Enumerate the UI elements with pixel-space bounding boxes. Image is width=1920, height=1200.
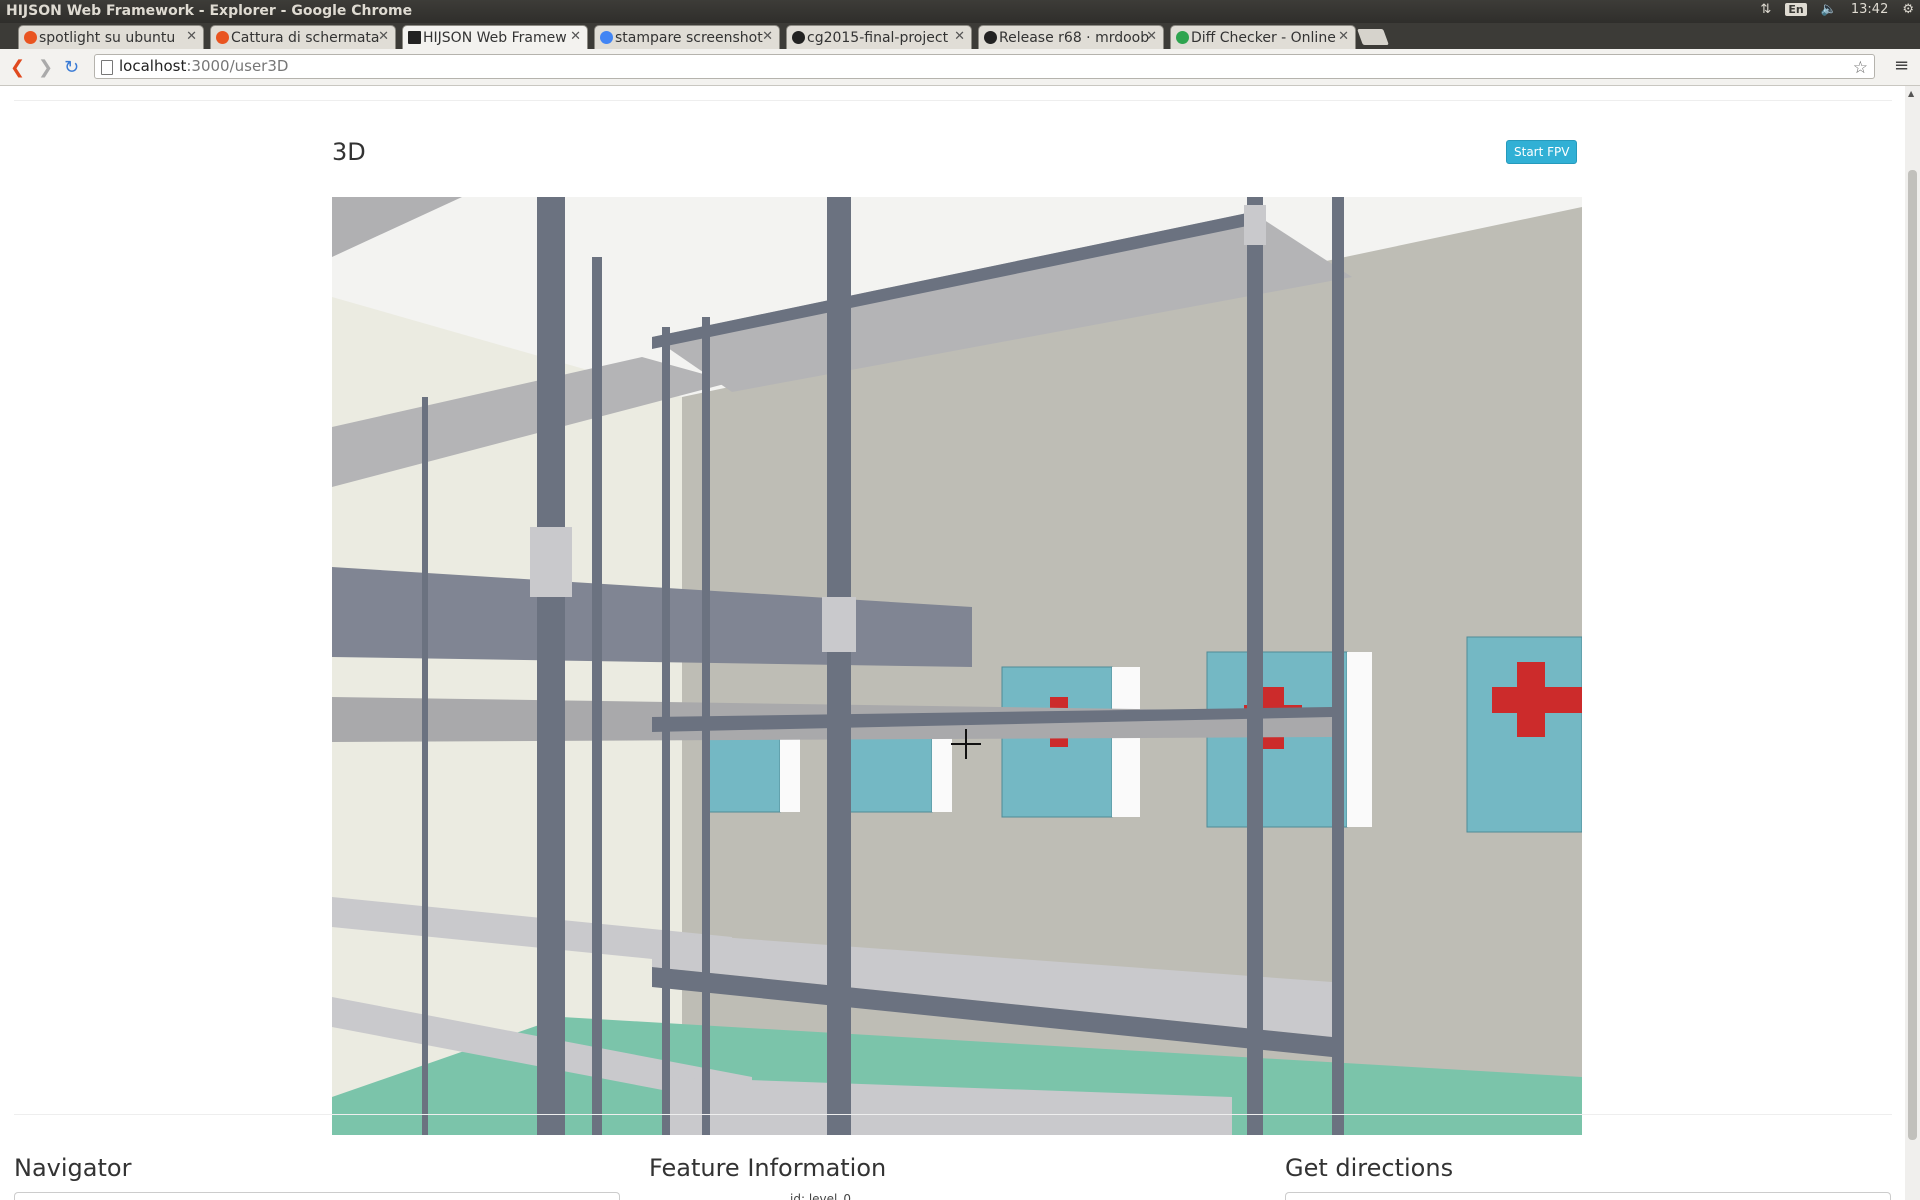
divider [14, 100, 1892, 101]
tab-stampare[interactable]: stampare screenshot ✕ [594, 25, 780, 49]
github-favicon-icon [792, 31, 805, 44]
tab-spotlight[interactable]: spotlight su ubuntu ✕ [18, 25, 204, 49]
tab-cg2015[interactable]: cg2015-final-project ✕ [786, 25, 972, 49]
cursor-crosshair-icon [951, 729, 981, 759]
reload-icon[interactable]: ↻ [64, 57, 79, 78]
tab-cattura[interactable]: Cattura di schermata ✕ [210, 25, 396, 49]
close-tab-icon[interactable]: ✕ [954, 29, 965, 44]
clock[interactable]: 13:42 [1851, 2, 1888, 17]
settings-gear-icon[interactable]: ⚙ [1902, 2, 1914, 17]
tab-diffchecker[interactable]: Diff Checker - Online ✕ [1170, 25, 1356, 49]
diffchecker-favicon-icon [1176, 31, 1189, 44]
google-favicon-icon [600, 31, 613, 44]
3d-scene [332, 197, 1582, 1135]
tab-label: stampare screenshot [615, 29, 763, 46]
tab-label: Diff Checker - Online [1191, 29, 1336, 46]
chrome-menu-icon[interactable]: ≡ [1894, 55, 1909, 76]
keyboard-layout-indicator[interactable]: En [1785, 3, 1807, 16]
feature-key: id: [790, 1192, 805, 1200]
navigator-heading: Navigator [14, 1154, 132, 1182]
tab-label: Release r68 · mrdoob [999, 29, 1149, 46]
feature-info-row: id: level_0 [790, 1192, 851, 1200]
tab-strip: spotlight su ubuntu ✕ Cattura di scherma… [0, 23, 1920, 49]
navigator-panel[interactable] [14, 1192, 620, 1200]
tab-label: cg2015-final-project [807, 29, 949, 46]
bookmark-star-icon[interactable]: ☆ [1853, 57, 1868, 80]
tab-label: HIJSON Web Framew [423, 29, 567, 46]
window-titlebar: HIJSON Web Framework - Explorer - Google… [0, 0, 1920, 23]
back-arrow-icon[interactable]: ❮ [10, 57, 25, 78]
close-tab-icon[interactable]: ✕ [570, 29, 581, 44]
url-path: :3000/user3D [186, 57, 289, 75]
tab-hijson[interactable]: HIJSON Web Framew ✕ [402, 25, 588, 49]
tab-label: Cattura di schermata [231, 29, 380, 46]
url-host: localhost [119, 57, 187, 75]
close-tab-icon[interactable]: ✕ [1146, 29, 1157, 44]
ubuntu-favicon-icon [24, 31, 37, 44]
page-title: 3D [332, 138, 366, 166]
feature-value: level_0 [808, 1192, 851, 1200]
forward-arrow-icon[interactable]: ❯ [38, 57, 53, 78]
address-bar[interactable]: localhost:3000/user3D ☆ [94, 54, 1875, 79]
start-fpv-button[interactable]: Start FPV [1506, 140, 1578, 164]
terminal-favicon-icon [408, 31, 421, 44]
3d-viewport-canvas[interactable] [332, 197, 1582, 1135]
tab-label: spotlight su ubuntu [39, 29, 176, 46]
browser-toolbar: ❮ ❯ ↻ localhost:3000/user3D ☆ [0, 49, 1920, 86]
system-tray: ⇅ En 🔈 13:42 ⚙ [1760, 2, 1914, 17]
page-content: 3D Start FPV Navigator Feature Informati… [0, 86, 1905, 1200]
page-icon [101, 60, 113, 75]
page-scrollbar[interactable]: ▲ [1905, 86, 1920, 1200]
new-tab-button[interactable] [1357, 29, 1389, 45]
close-tab-icon[interactable]: ✕ [378, 29, 389, 44]
feature-information-heading: Feature Information [649, 1154, 887, 1182]
close-tab-icon[interactable]: ✕ [186, 29, 197, 44]
volume-mute-icon[interactable]: 🔈 [1821, 2, 1837, 17]
close-tab-icon[interactable]: ✕ [762, 29, 773, 44]
tab-release[interactable]: Release r68 · mrdoob ✕ [978, 25, 1164, 49]
ubuntu-favicon-icon [216, 31, 229, 44]
close-tab-icon[interactable]: ✕ [1338, 29, 1349, 44]
get-directions-panel[interactable] [1285, 1192, 1891, 1200]
divider [14, 1114, 1892, 1115]
network-icon[interactable]: ⇅ [1760, 2, 1771, 17]
window-title: HIJSON Web Framework - Explorer - Google… [6, 3, 413, 19]
github-favicon-icon [984, 31, 997, 44]
scrollbar-thumb[interactable] [1908, 170, 1917, 1140]
get-directions-heading: Get directions [1285, 1154, 1454, 1182]
scroll-up-icon[interactable]: ▲ [1908, 89, 1914, 98]
